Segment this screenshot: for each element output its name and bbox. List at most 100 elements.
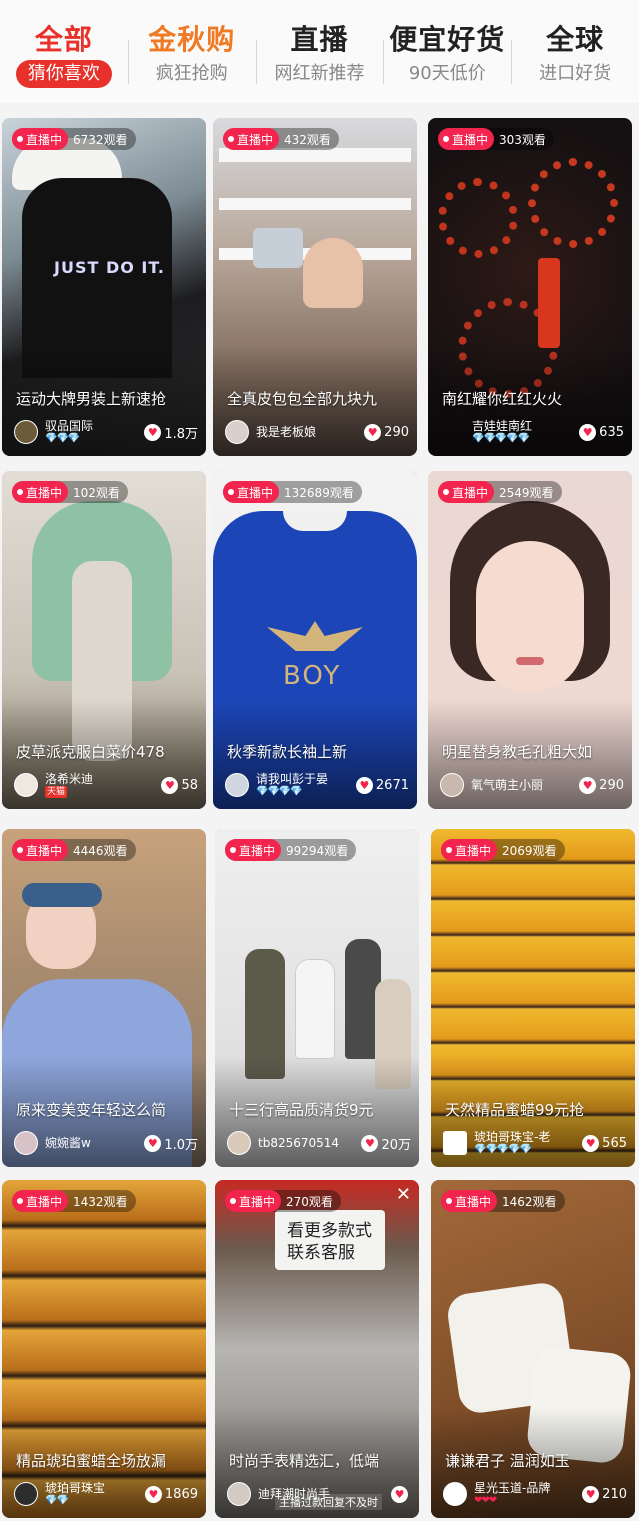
tab-autumn-sale[interactable]: 金秋购 疯狂抢购 [127, 0, 256, 103]
live-label: 直播中 [452, 485, 489, 500]
host-info[interactable]: 驭品国际 💎💎💎 [14, 418, 136, 446]
host-info[interactable]: 琥珀哥珠宝-老 💎💎💎💎💎 [443, 1129, 565, 1157]
like-count[interactable]: ♥ 1869 [144, 1484, 198, 1504]
live-badge: 直播中 270观看 [225, 1190, 341, 1212]
live-stream-card[interactable]: 直播中 99294观看 十三行高品质清货9元 tb825670514 ♥ 20万 [215, 829, 419, 1167]
diamond-level-icon: 💎💎💎💎💎 [474, 1144, 532, 1155]
avatar [14, 420, 38, 444]
host-info[interactable]: 请我叫彭于晏 💎💎💎💎 [225, 771, 347, 799]
live-label: 直播中 [26, 843, 63, 858]
heart-icon: ♥ [582, 1485, 600, 1503]
like-count[interactable]: ♥ 210 [582, 1484, 627, 1504]
live-stream-card[interactable]: 直播中 2069观看 天然精品蜜蜡99元抢 琥珀哥珠宝-老 💎💎💎💎💎 ♥ 565 [431, 829, 635, 1167]
live-stream-card[interactable]: 直播中 303观看 南红耀你红红火火 吉娃娃南红 💎💎💎💎💎 ♥ 635 [428, 118, 632, 456]
host-info[interactable]: 我是老板娘 [225, 418, 347, 446]
view-count: 132689观看 [284, 485, 354, 500]
avatar [227, 1482, 251, 1506]
live-label: 直播中 [239, 843, 276, 858]
view-count: 1432观看 [73, 1194, 128, 1209]
host-info[interactable]: 星光玉道-品牌 ❤❤❤ [443, 1480, 565, 1508]
live-badge: 直播中 1462观看 [441, 1190, 565, 1212]
stream-title: 运动大牌男装上新速抢 [16, 390, 167, 408]
live-stream-card[interactable]: 直播中 102观看 皮草派克服白菜价478 洛希米迪 天猫 ♥ 58 [2, 471, 206, 809]
live-dot-icon [443, 489, 449, 495]
like-count[interactable]: ♥ 290 [364, 422, 409, 442]
view-count: 102观看 [73, 485, 120, 500]
live-stream-card[interactable]: 直播中 1432观看 精品琥珀蜜蜡全场放漏 琥珀哥珠宝 💎💎 ♥ 1869 [2, 1180, 206, 1518]
live-stream-card[interactable]: JUST DO IT. 直播中 6732观看 运动大牌男装上新速抢 驭品国际 💎💎💎… [2, 118, 206, 456]
host-name: 琥珀哥珠宝 [45, 1481, 106, 1495]
live-label: 直播中 [237, 132, 274, 147]
stream-title: 时尚手表精选汇，低端 [229, 1452, 380, 1470]
live-stream-card[interactable]: BOY 直播中 132689观看 秋季新款长袖上新 请我叫彭于晏 💎💎💎💎 ♥ 267… [213, 471, 417, 809]
live-badge: 直播中 99294观看 [225, 839, 357, 861]
host-info[interactable]: 洛希米迪 天猫 [14, 771, 136, 799]
stream-title: 十三行高品质清货9元 [229, 1101, 374, 1119]
like-count[interactable]: ♥ 2671 [355, 775, 409, 795]
tab-bargains[interactable]: 便宜好货 90天低价 [383, 0, 511, 103]
live-badge: 直播中 6732观看 [12, 128, 136, 150]
like-count[interactable]: ♥ 565 [582, 1133, 627, 1153]
diamond-level-icon: 💎💎💎 [45, 433, 80, 444]
host-info[interactable]: 婉婉酱w [14, 1129, 136, 1157]
heart-icon: ♥ [364, 423, 382, 441]
host-info[interactable]: 吉娃娃南红 💎💎💎💎💎 [472, 418, 562, 446]
live-dot-icon [17, 136, 23, 142]
live-label: 直播中 [26, 1194, 63, 1209]
heart-icon: ♥ [144, 1134, 162, 1152]
live-stream-card[interactable]: 直播中 432观看 全真皮包包全部九块九 我是老板娘 ♥ 290 [213, 118, 417, 456]
stream-title: 皮草派克服白菜价478 [16, 743, 165, 761]
like-count-value: 290 [599, 777, 624, 793]
live-dot-icon [446, 1198, 452, 1204]
host-name: 洛希米迪 [45, 772, 94, 786]
live-stream-card[interactable]: 看更多款式 联系客服 ✕ 直播中 270观看 时尚手表精选汇，低端 迪拜潮时尚手 主… [215, 1180, 419, 1518]
host-info[interactable]: tb825670514 [227, 1129, 349, 1157]
like-count[interactable]: ♥ [391, 1484, 411, 1504]
live-badge: 直播中 2549观看 [438, 481, 562, 503]
view-count: 270观看 [286, 1194, 333, 1209]
stream-title: 原来变美变年轻这么简 [16, 1101, 167, 1119]
like-count[interactable]: ♥ 58 [161, 775, 198, 795]
live-dot-icon [230, 847, 236, 853]
diamond-level-icon: 💎💎💎💎💎 [472, 433, 530, 444]
heart-icon: ♥ [355, 776, 373, 794]
like-count[interactable]: ♥ 1.8万 [144, 422, 198, 442]
view-count: 2069观看 [502, 843, 557, 858]
avatar [14, 773, 38, 797]
tab-global[interactable]: 全球 进口好货 [511, 0, 639, 103]
live-label: 直播中 [26, 132, 63, 147]
heart-icon: ♥ [391, 1485, 408, 1503]
live-stream-card[interactable]: 直播中 1462观看 谦谦君子 温润如玉 星光玉道-品牌 ❤❤❤ ♥ 210 [431, 1180, 635, 1518]
view-count: 99294观看 [286, 843, 349, 858]
close-icon[interactable]: ✕ [396, 1184, 411, 1205]
tab-all[interactable]: 全部 猜你喜欢 [0, 0, 128, 103]
like-count-value: 565 [602, 1135, 627, 1151]
host-info[interactable]: 琥珀哥珠宝 💎💎 [14, 1480, 136, 1508]
avatar [440, 773, 464, 797]
live-dot-icon [17, 489, 23, 495]
host-name: 婉婉酱w [45, 1136, 91, 1150]
like-count[interactable]: ♥ 20万 [361, 1133, 411, 1153]
like-count[interactable]: ♥ 290 [579, 775, 624, 795]
live-badge: 直播中 432观看 [223, 128, 339, 150]
like-count-value: 58 [181, 777, 198, 793]
like-count[interactable]: ♥ 635 [579, 422, 624, 442]
stream-title: 天然精品蜜蜡99元抢 [445, 1101, 585, 1119]
avatar [14, 1131, 38, 1155]
tab-subtitle: 进口好货 [539, 63, 612, 84]
tab-title: 金秋购 [148, 23, 236, 56]
host-info[interactable]: 氧气萌主小丽 [440, 771, 562, 799]
like-count[interactable]: ♥ 1.0万 [144, 1133, 198, 1153]
view-count: 1462观看 [502, 1194, 557, 1209]
live-dot-icon [228, 489, 234, 495]
live-badge: 直播中 102观看 [12, 481, 128, 503]
host-name: 请我叫彭于晏 [256, 772, 329, 786]
tab-live[interactable]: 直播 网红新推荐 [255, 0, 384, 103]
heart-icon: ♥ [582, 1134, 600, 1152]
live-stream-card[interactable]: 直播中 2549观看 明星替身教毛孔粗大如 氧气萌主小丽 ♥ 290 [428, 471, 632, 809]
live-stream-card[interactable]: 直播中 4446观看 原来变美变年轻这么简 婉婉酱w ♥ 1.0万 [2, 829, 206, 1167]
live-dot-icon [228, 136, 234, 142]
host-name: 我是老板娘 [256, 425, 317, 439]
avatar [227, 1131, 251, 1155]
tab-title: 全球 [546, 23, 605, 56]
